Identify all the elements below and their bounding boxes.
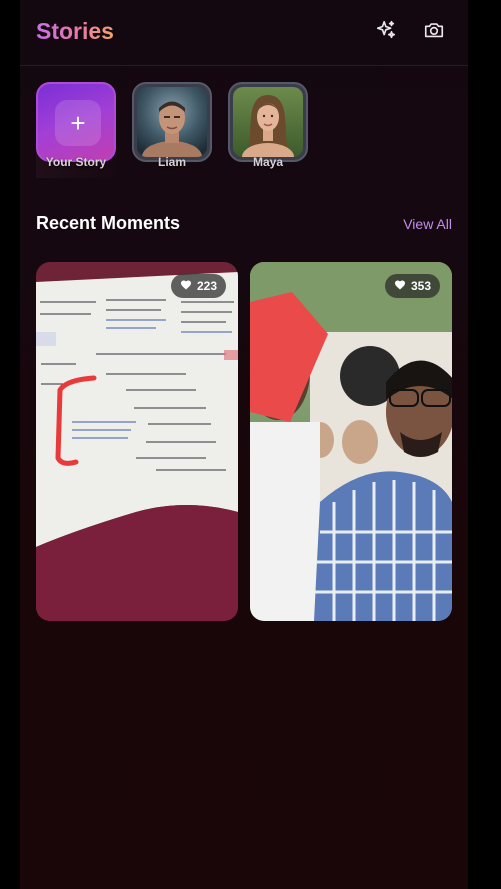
recent-moments-title: Recent Moments <box>36 213 181 233</box>
moment-image <box>36 262 238 621</box>
story-label: Maya <box>252 155 284 169</box>
story-avatar-maya <box>233 87 303 157</box>
moment-card[interactable]: 353 <box>250 262 452 621</box>
sparkles-icon <box>375 19 397 46</box>
story-ring <box>132 82 212 162</box>
camera-button[interactable] <box>422 20 446 44</box>
moment-card[interactable]: 223 <box>36 262 238 621</box>
likes-count: 223 <box>196 279 217 293</box>
heart-icon <box>394 279 406 294</box>
heart-icon <box>180 279 192 294</box>
story-avatar-liam <box>137 87 207 157</box>
app-header: Stories <box>20 0 468 66</box>
camera-icon <box>423 19 445 46</box>
likes-badge[interactable]: 223 <box>170 274 226 298</box>
effects-button[interactable] <box>374 20 398 44</box>
story-liam[interactable]: Liam <box>132 82 212 178</box>
plus-icon: + <box>55 100 101 146</box>
story-ring <box>228 82 308 162</box>
story-label: Liam <box>157 155 186 169</box>
story-label: Your Story <box>45 155 107 169</box>
your-story[interactable]: + Your Story <box>36 82 126 178</box>
moment-image <box>250 262 452 621</box>
view-all-link[interactable]: View All <box>403 216 452 232</box>
story-maya[interactable]: Maya <box>228 82 308 178</box>
likes-badge[interactable]: 353 <box>384 274 440 298</box>
page-title: Stories <box>36 18 114 44</box>
likes-count: 353 <box>410 279 431 293</box>
stories-app: Stories + Your Story Liam Maya Recent Mo… <box>20 0 468 889</box>
story-ring: + <box>36 82 116 162</box>
